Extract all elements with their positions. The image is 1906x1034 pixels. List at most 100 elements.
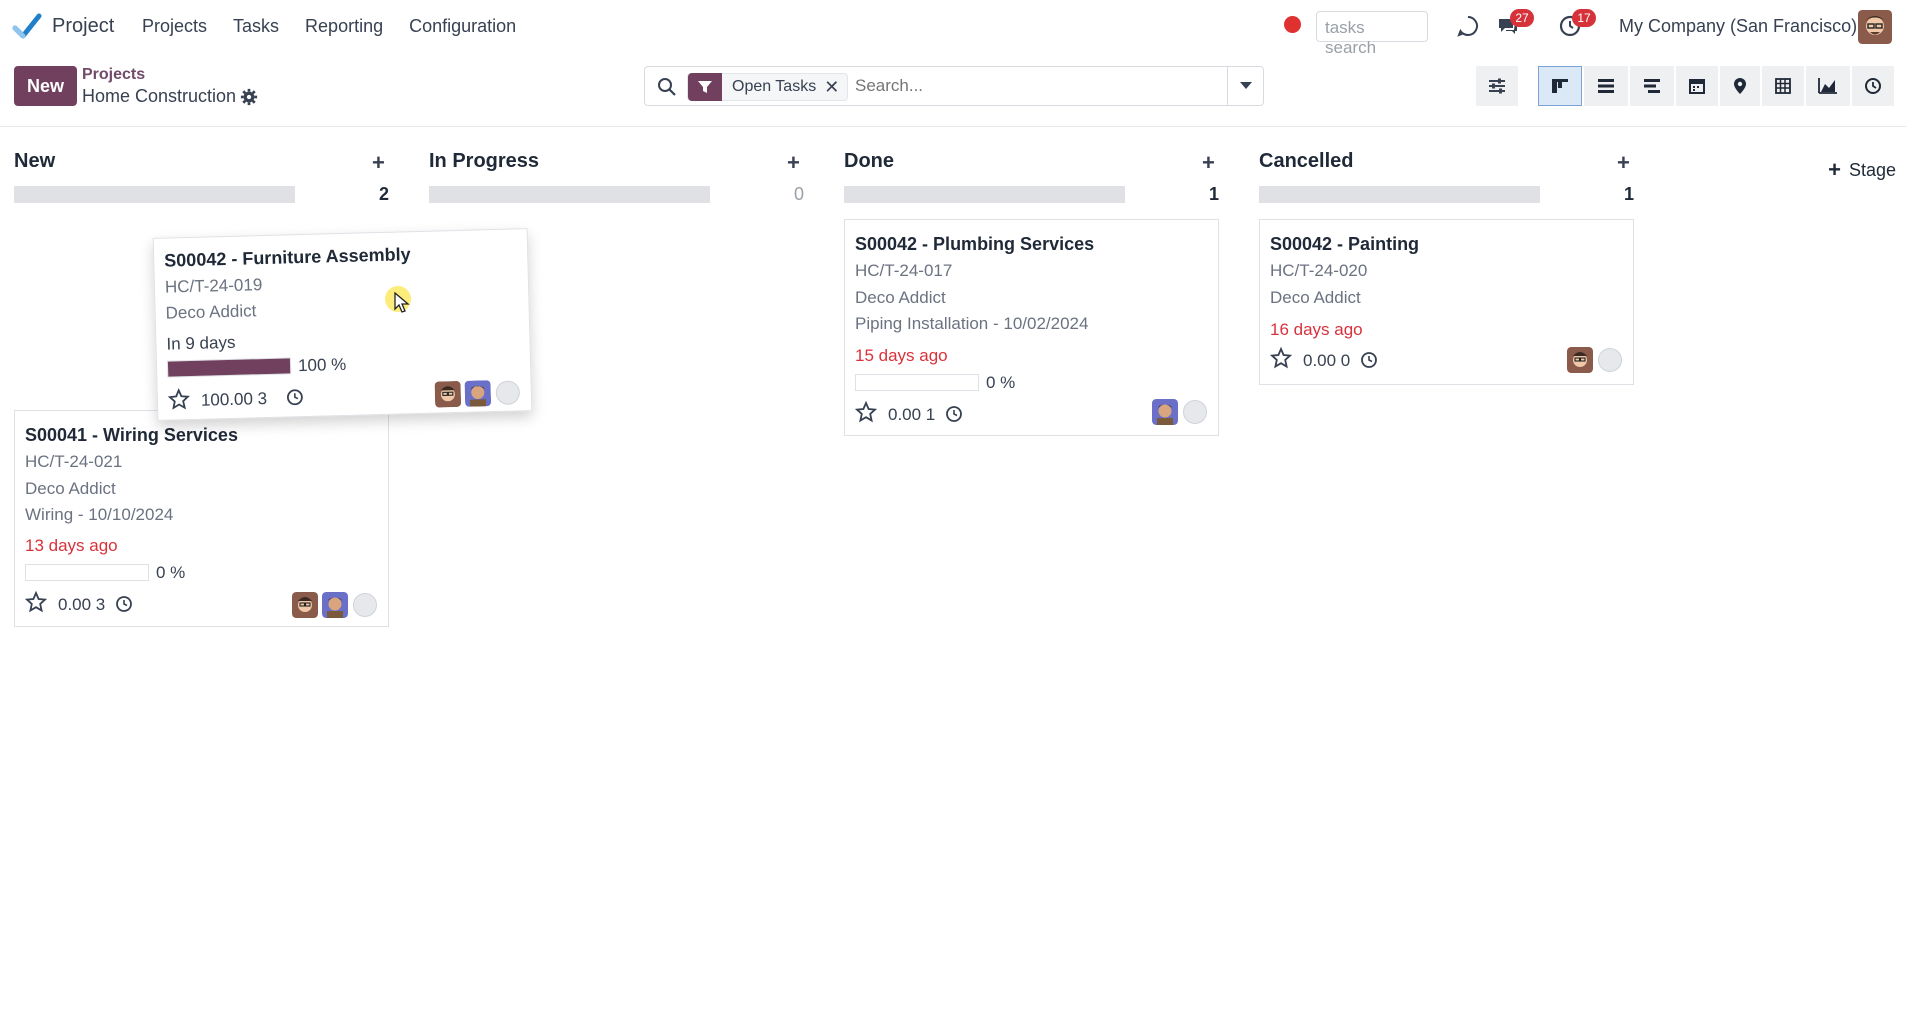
caret-down-icon: [1239, 82, 1252, 89]
messages-button[interactable]: 27: [1494, 9, 1534, 40]
column-in-progress-count: 0: [794, 184, 805, 204]
column-done-count: 1: [1209, 184, 1220, 204]
task-progress-bar: [166, 357, 292, 378]
column-new-quick-create-icon[interactable]: +: [372, 150, 385, 176]
column-cancelled-quick-create-icon[interactable]: +: [1617, 150, 1630, 176]
column-title-cancelled[interactable]: Cancelled: [1259, 150, 1353, 173]
task-customer: Deco Addict: [25, 479, 116, 498]
task-title: S00042 - Furniture Assembly: [164, 244, 411, 271]
column-title-new[interactable]: New: [14, 150, 55, 173]
unassigned-avatar[interactable]: [1183, 400, 1207, 424]
menu-tasks[interactable]: Tasks: [233, 16, 279, 37]
breadcrumb-current: Home Construction: [82, 86, 237, 106]
task-reference: HC/T-24-021: [25, 452, 123, 471]
breadcrumb-projects-link[interactable]: Projects: [82, 66, 145, 84]
activity-clock-icon[interactable]: [115, 595, 133, 613]
user-avatar[interactable]: [1858, 10, 1892, 44]
column-title-in-progress[interactable]: In Progress: [429, 150, 539, 173]
app-name[interactable]: Project: [52, 15, 114, 38]
project-app-logo-icon[interactable]: [12, 12, 42, 42]
search-input[interactable]: [855, 76, 1215, 96]
unassigned-avatar[interactable]: [495, 380, 521, 406]
new-button[interactable]: New: [14, 66, 77, 106]
task-card-plumbing[interactable]: S00042 - Plumbing Services HC/T-24-017 D…: [844, 219, 1219, 436]
mouse-pointer-icon: [394, 292, 410, 313]
column-in-progress-quick-create-icon[interactable]: +: [787, 150, 800, 176]
star-icon[interactable]: [167, 388, 191, 411]
task-customer: Deco Addict: [1270, 288, 1361, 307]
activity-clock-icon[interactable]: [1360, 351, 1378, 369]
view-pivot-button[interactable]: [1762, 66, 1804, 106]
task-card-wiring[interactable]: S00041 - Wiring Services HC/T-24-021 Dec…: [14, 410, 389, 627]
gear-icon[interactable]: [240, 88, 258, 106]
facet-remove-icon[interactable]: ✕: [824, 77, 847, 98]
activity-clock-icon: [1865, 78, 1881, 94]
task-milestone: Wiring - 10/10/2024: [25, 505, 174, 524]
star-icon[interactable]: [1270, 347, 1292, 369]
menu-configuration[interactable]: Configuration: [409, 16, 516, 37]
activity-clock-icon[interactable]: [286, 388, 304, 406]
task-progress-bar: [855, 374, 979, 391]
kanban-view-icon: [1552, 79, 1568, 93]
add-stage-button[interactable]: + Stage: [1674, 150, 1906, 190]
task-reference: HC/T-24-020: [1270, 261, 1368, 280]
task-progress-bar: [25, 564, 149, 581]
column-cancelled-progress-bar[interactable]: [1259, 186, 1540, 203]
view-graph-button[interactable]: [1806, 66, 1850, 106]
task-deadline: In 9 days: [166, 332, 236, 354]
column-done-quick-create-icon[interactable]: +: [1202, 150, 1215, 176]
task-progress-fill: [167, 358, 291, 377]
column-in-progress-progress-bar[interactable]: [429, 186, 710, 203]
search-options-toggle[interactable]: [1227, 67, 1263, 105]
search-icon[interactable]: [657, 77, 677, 97]
unassigned-avatar[interactable]: [1598, 348, 1622, 372]
task-card-furniture-dragging[interactable]: S00042 - Furniture Assembly HC/T-24-019 …: [152, 228, 533, 421]
star-icon[interactable]: [25, 591, 47, 613]
star-icon[interactable]: [855, 401, 877, 423]
assignee-avatar[interactable]: [292, 592, 318, 618]
map-marker-icon: [1734, 78, 1746, 94]
voip-phone-icon[interactable]: [1454, 12, 1482, 40]
task-milestone: Piping Installation - 10/02/2024: [855, 314, 1089, 333]
calendar-view-icon: [1689, 79, 1705, 94]
view-calendar-button[interactable]: [1676, 66, 1718, 106]
column-cancelled-count: 1: [1624, 184, 1635, 204]
view-gantt-button[interactable]: [1630, 66, 1674, 106]
search-bar: Open Tasks ✕: [644, 66, 1264, 106]
assignee-avatar[interactable]: [464, 380, 492, 407]
search-facet-open-tasks: Open Tasks ✕: [687, 73, 849, 101]
task-customer: Deco Addict: [855, 288, 946, 307]
assignee-avatar[interactable]: [1152, 399, 1178, 425]
recording-indicator-icon[interactable]: [1284, 16, 1301, 33]
view-map-button[interactable]: [1720, 66, 1760, 106]
assignee-avatar[interactable]: [1567, 347, 1593, 373]
column-new-progress-bar[interactable]: [14, 186, 295, 203]
messages-badge: 27: [1510, 9, 1534, 27]
column-done-progress-bar[interactable]: [844, 186, 1125, 203]
task-reference: HC/T-24-019: [164, 275, 263, 297]
activity-clock-icon[interactable]: [945, 405, 963, 423]
add-stage-label: Stage: [1848, 159, 1896, 180]
unassigned-avatar[interactable]: [353, 593, 377, 617]
company-switcher[interactable]: My Company (San Francisco): [1619, 16, 1857, 37]
task-hours: 0.00 0: [1303, 351, 1351, 370]
assignee-avatar[interactable]: [322, 592, 348, 618]
menu-reporting[interactable]: Reporting: [305, 16, 383, 37]
assignee-avatar[interactable]: [434, 381, 462, 408]
view-kanban-button[interactable]: [1538, 66, 1582, 106]
task-hours: 100.00 3: [200, 389, 268, 410]
view-settings-button[interactable]: [1476, 66, 1518, 106]
task-card-painting[interactable]: S00042 - Painting HC/T-24-020 Deco Addic…: [1259, 219, 1634, 385]
view-list-button[interactable]: [1584, 66, 1628, 106]
sliders-icon: [1489, 78, 1505, 94]
gantt-view-icon: [1644, 79, 1660, 93]
task-progress-label: 0 %: [156, 563, 186, 582]
tasks-search-input[interactable]: tasks search: [1316, 11, 1428, 57]
menu-projects[interactable]: Projects: [142, 16, 207, 37]
view-activity-button[interactable]: [1852, 66, 1894, 106]
task-customer: Deco Addict: [165, 301, 257, 323]
task-deadline: 15 days ago: [855, 346, 948, 365]
activities-button[interactable]: 17: [1556, 9, 1596, 40]
area-chart-icon: [1818, 78, 1837, 94]
column-title-done[interactable]: Done: [844, 150, 894, 173]
